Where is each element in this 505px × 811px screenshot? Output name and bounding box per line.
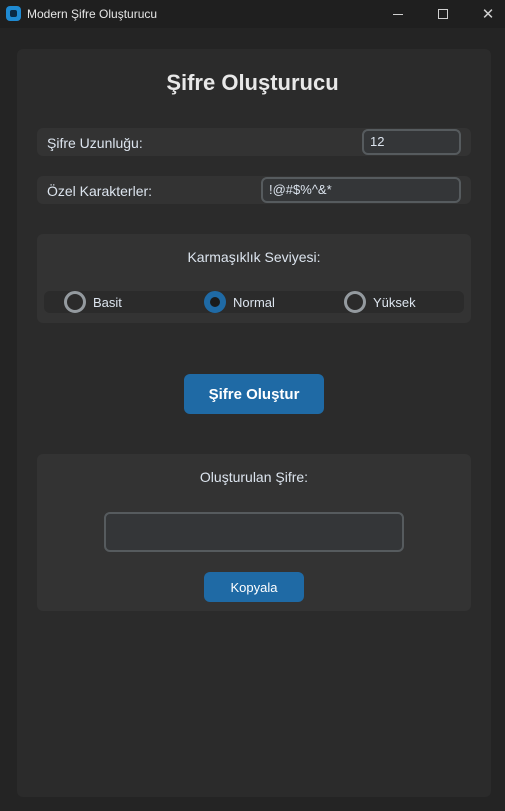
title-bar: Modern Şifre Oluşturucu ✕	[0, 0, 505, 28]
radio-circle-icon	[64, 291, 86, 313]
special-chars-input[interactable]: !@#$%^&*	[261, 177, 461, 203]
length-input[interactable]: 12	[362, 129, 461, 155]
page-title: Şifre Oluşturucu	[166, 70, 339, 95]
generated-password-field[interactable]	[104, 512, 404, 552]
close-button[interactable]: ✕	[465, 0, 505, 28]
window-title: Modern Şifre Oluşturucu	[27, 7, 158, 21]
maximize-icon	[438, 9, 448, 19]
radio-label: Normal	[233, 294, 275, 310]
main-frame	[17, 49, 491, 797]
complexity-options: Basit Normal Yüksek	[44, 291, 464, 313]
complexity-frame: Karmaşıklık Seviyesi: Basit Normal Yükse…	[37, 234, 471, 323]
minimize-button[interactable]	[375, 0, 421, 28]
maximize-button[interactable]	[420, 0, 466, 28]
app-icon	[6, 6, 21, 21]
radio-circle-checked-icon	[204, 291, 226, 313]
minimize-icon	[393, 13, 403, 15]
generate-password-button[interactable]: Şifre Oluştur	[184, 374, 324, 414]
result-title: Oluşturulan Şifre:	[199, 469, 309, 485]
complexity-title: Karmaşıklık Seviyesi:	[187, 249, 321, 265]
radio-circle-icon	[344, 291, 366, 313]
radio-normal[interactable]: Normal	[204, 291, 275, 313]
radio-basit[interactable]: Basit	[64, 291, 122, 313]
close-icon: ✕	[481, 6, 495, 23]
radio-label: Yüksek	[373, 294, 416, 310]
radio-yuksek[interactable]: Yüksek	[344, 291, 416, 313]
special-chars-row: Özel Karakterler: !@#$%^&*	[37, 176, 471, 204]
result-frame: Oluşturulan Şifre: Kopyala	[37, 454, 471, 611]
length-label: Şifre Uzunluğu:	[47, 135, 143, 151]
length-row: Şifre Uzunluğu: 12	[37, 128, 471, 156]
radio-label: Basit	[93, 294, 122, 310]
copy-button[interactable]: Kopyala	[204, 572, 304, 602]
special-chars-label: Özel Karakterler:	[47, 183, 153, 199]
